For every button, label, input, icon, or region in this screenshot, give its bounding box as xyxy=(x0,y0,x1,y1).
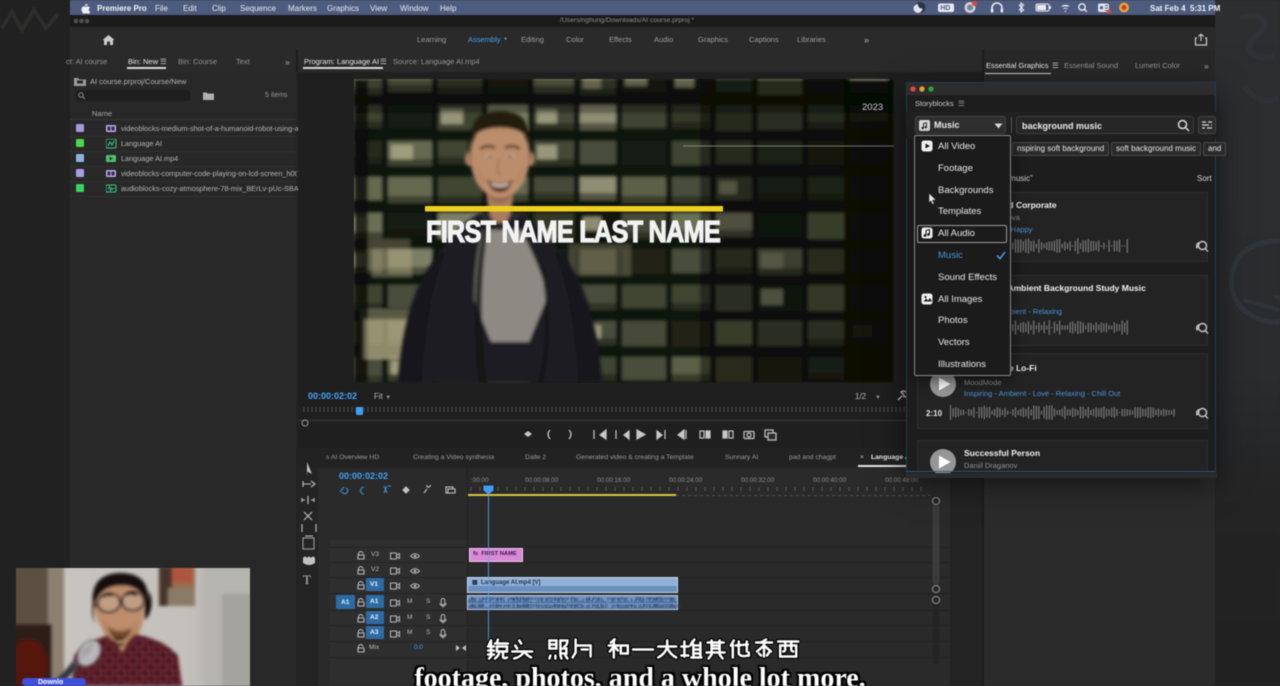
svg-text:T: T xyxy=(303,572,311,587)
svg-text:2023: 2023 xyxy=(862,102,883,113)
svg-text:FIRST NAME LAST NAME: FIRST NAME LAST NAME xyxy=(426,214,720,249)
svg-text:HD: HD xyxy=(940,5,950,12)
